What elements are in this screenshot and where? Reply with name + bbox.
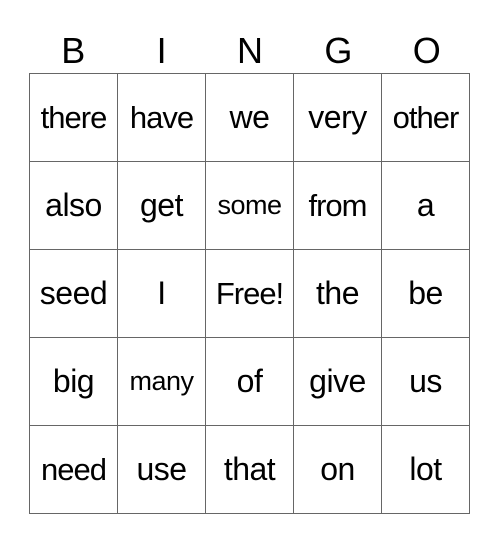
header-letter-n: N xyxy=(236,30,263,71)
header-letter-i: I xyxy=(156,30,167,71)
bingo-cell[interactable]: I xyxy=(117,249,206,338)
bingo-cell[interactable]: of xyxy=(205,337,294,426)
bingo-row: also get some from a xyxy=(29,161,470,250)
bingo-row: there have we very other xyxy=(29,73,470,162)
bingo-row: need use that on lot xyxy=(29,425,470,514)
bingo-cell[interactable]: also xyxy=(29,161,118,250)
bingo-row: seed I Free! the be xyxy=(29,249,470,338)
bingo-cell[interactable]: very xyxy=(293,73,382,162)
bingo-cell[interactable]: on xyxy=(293,425,382,514)
header-letter-b: B xyxy=(61,30,86,71)
bingo-cell[interactable]: use xyxy=(117,425,206,514)
bingo-header: B I N G O xyxy=(29,30,471,72)
bingo-cell[interactable]: big xyxy=(29,337,118,426)
bingo-cell[interactable]: lot xyxy=(381,425,470,514)
bingo-cell[interactable]: we xyxy=(205,73,294,162)
bingo-cell[interactable]: get xyxy=(117,161,206,250)
bingo-row: big many of give us xyxy=(29,337,470,426)
header-letter-g: G xyxy=(324,30,353,71)
bingo-cell[interactable]: many xyxy=(117,337,206,426)
bingo-cell[interactable]: have xyxy=(117,73,206,162)
bingo-cell[interactable]: give xyxy=(293,337,382,426)
bingo-cell[interactable]: there xyxy=(29,73,118,162)
bingo-card: there have we very other also get some f… xyxy=(29,73,470,514)
bingo-cell[interactable]: some xyxy=(205,161,294,250)
bingo-cell[interactable]: need xyxy=(29,425,118,514)
bingo-cell[interactable]: seed xyxy=(29,249,118,338)
bingo-cell[interactable]: us xyxy=(381,337,470,426)
bingo-cell[interactable]: the xyxy=(293,249,382,338)
header-letter-o: O xyxy=(412,30,441,71)
bingo-cell[interactable]: other xyxy=(381,73,470,162)
bingo-cell[interactable]: be xyxy=(381,249,470,338)
bingo-cell[interactable]: a xyxy=(381,161,470,250)
bingo-cell[interactable]: that xyxy=(205,425,294,514)
bingo-cell[interactable]: from xyxy=(293,161,382,250)
free-space-cell[interactable]: Free! xyxy=(205,249,294,338)
